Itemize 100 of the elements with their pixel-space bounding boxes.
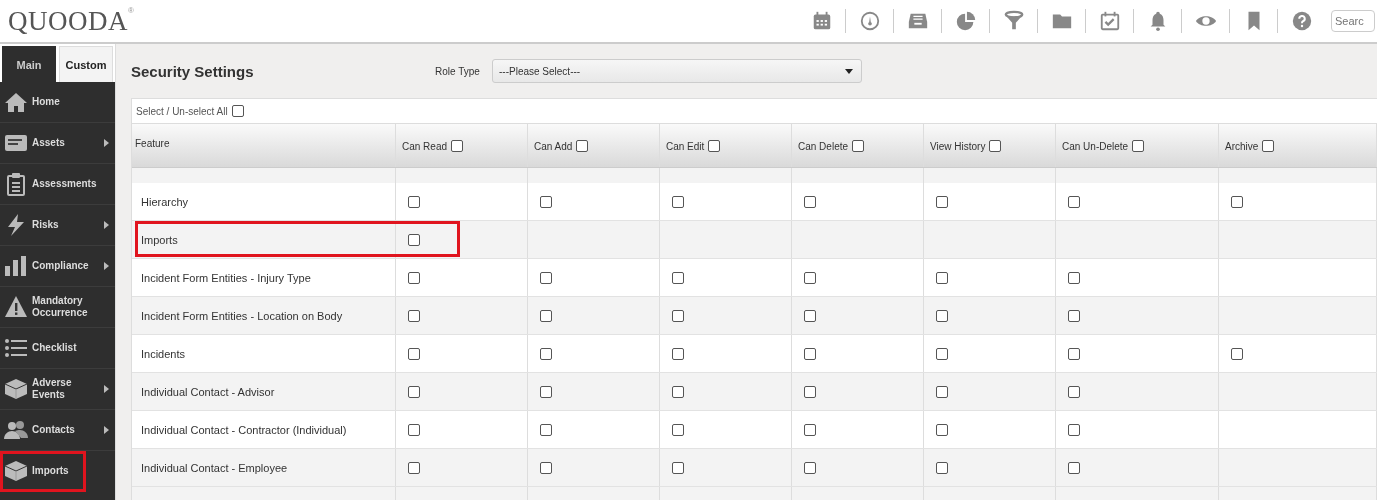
checkbox[interactable] bbox=[408, 309, 420, 322]
checkbox[interactable] bbox=[936, 309, 948, 322]
house-icon bbox=[4, 90, 28, 114]
warning-icon bbox=[4, 295, 28, 319]
checkbox[interactable] bbox=[672, 195, 684, 208]
checkbox[interactable] bbox=[804, 195, 816, 208]
logo: QUOODA$^{®}$ bbox=[8, 5, 134, 37]
sidebar-item[interactable]: Imports bbox=[0, 451, 86, 492]
checkbox[interactable] bbox=[1068, 309, 1080, 322]
checkbox[interactable] bbox=[804, 385, 816, 398]
column-header: Archive bbox=[1225, 139, 1259, 152]
column-header: Can Un-Delete bbox=[1062, 139, 1129, 152]
checkbox[interactable] bbox=[1231, 195, 1243, 208]
checkbox[interactable] bbox=[936, 271, 948, 284]
box-icon bbox=[4, 459, 28, 483]
people-icon bbox=[4, 418, 28, 442]
select-all-label: Select / Un-select All bbox=[136, 105, 228, 117]
sidebar-tab[interactable]: Main bbox=[2, 46, 56, 82]
pie-chart-icon[interactable] bbox=[954, 10, 977, 32]
list-icon bbox=[4, 336, 28, 360]
column-header: Can Edit bbox=[666, 139, 705, 152]
search-field[interactable]: Searc bbox=[1331, 10, 1375, 32]
checkbox[interactable] bbox=[936, 385, 948, 398]
sidebar-item[interactable]: Contacts bbox=[0, 410, 115, 451]
page-title: Security Settings bbox=[131, 62, 255, 80]
checkbox[interactable] bbox=[1068, 461, 1080, 474]
checkbox[interactable] bbox=[672, 271, 684, 284]
checkbox[interactable] bbox=[231, 105, 244, 117]
checkbox[interactable] bbox=[936, 195, 948, 208]
column-header: Feature bbox=[135, 138, 170, 149]
checkbox[interactable] bbox=[408, 271, 420, 284]
checkbox[interactable] bbox=[408, 423, 420, 436]
checkbox[interactable] bbox=[408, 461, 420, 474]
checkbox[interactable] bbox=[708, 139, 721, 152]
sidebar-tab[interactable]: Custom bbox=[59, 46, 113, 82]
column-header: Can Read bbox=[402, 139, 448, 152]
clipboard-icon bbox=[4, 172, 28, 196]
gauge-icon[interactable] bbox=[858, 10, 881, 32]
checkbox[interactable] bbox=[408, 195, 420, 208]
table-cell: Individual Contact - Advisor bbox=[132, 373, 396, 410]
checkbox[interactable] bbox=[408, 233, 420, 246]
checkbox[interactable] bbox=[1068, 423, 1080, 436]
checkbox[interactable] bbox=[804, 423, 816, 436]
help-icon[interactable] bbox=[1290, 10, 1313, 32]
filter-icon[interactable] bbox=[1002, 10, 1025, 32]
checkbox[interactable] bbox=[540, 385, 552, 398]
table-cell: Hierarchy bbox=[132, 183, 396, 220]
role-type-dropdown[interactable]: ---Please Select--- bbox=[492, 59, 862, 83]
checkbox[interactable] bbox=[576, 139, 589, 152]
table-cell: Incident Form Entities - Injury Type bbox=[132, 259, 396, 296]
checkbox[interactable] bbox=[672, 385, 684, 398]
caret-icon bbox=[104, 426, 109, 434]
checkbox[interactable] bbox=[408, 347, 420, 360]
column-header: Can Delete bbox=[798, 139, 849, 152]
table-cell: Incidents bbox=[132, 335, 396, 372]
checkbox[interactable] bbox=[804, 271, 816, 284]
checkbox[interactable] bbox=[540, 461, 552, 474]
checkbox[interactable] bbox=[408, 385, 420, 398]
checkbox[interactable] bbox=[672, 347, 684, 360]
checkbox[interactable] bbox=[540, 309, 552, 322]
checkbox[interactable] bbox=[804, 461, 816, 474]
calendar-check-icon[interactable] bbox=[1098, 10, 1121, 32]
checkbox[interactable] bbox=[1262, 139, 1275, 152]
caret-icon bbox=[104, 385, 109, 393]
checkbox[interactable] bbox=[936, 347, 948, 360]
checkbox[interactable] bbox=[1068, 347, 1080, 360]
table-cell: Imports bbox=[132, 221, 396, 258]
column-header: Can Add bbox=[534, 139, 573, 152]
table-cell: Individual Contact - Contractor (Individual) bbox=[132, 411, 396, 448]
checkbox[interactable] bbox=[672, 423, 684, 436]
checkbox[interactable] bbox=[1132, 139, 1145, 152]
checkbox[interactable] bbox=[936, 461, 948, 474]
table-cell: Incident Form Entities - Location on Body bbox=[132, 297, 396, 334]
checkbox[interactable] bbox=[540, 195, 552, 208]
field-label: Role Type bbox=[435, 65, 481, 77]
caret-icon bbox=[104, 262, 109, 270]
caret-icon bbox=[104, 139, 109, 147]
checkbox[interactable] bbox=[451, 139, 464, 152]
checkbox[interactable] bbox=[1068, 385, 1080, 398]
checkbox[interactable] bbox=[804, 309, 816, 322]
caret-icon bbox=[104, 221, 109, 229]
caret-icon bbox=[845, 68, 853, 74]
checkbox[interactable] bbox=[672, 309, 684, 322]
checkbox[interactable] bbox=[1068, 271, 1080, 284]
sidebar-item[interactable]: Adverse Events bbox=[0, 369, 115, 410]
column-header: View History bbox=[930, 139, 986, 152]
checkbox[interactable] bbox=[936, 423, 948, 436]
checkbox[interactable] bbox=[989, 139, 1002, 152]
checkbox[interactable] bbox=[852, 139, 865, 152]
sidebar-item[interactable]: Assets bbox=[0, 123, 115, 164]
box-icon bbox=[4, 377, 28, 401]
table-cell: Individual Contact - Employee bbox=[132, 449, 396, 486]
checkbox[interactable] bbox=[540, 347, 552, 360]
checkbox[interactable] bbox=[1068, 195, 1080, 208]
checkbox[interactable] bbox=[804, 347, 816, 360]
checkbox[interactable] bbox=[540, 271, 552, 284]
bar-chart-icon bbox=[4, 254, 28, 278]
checkbox[interactable] bbox=[540, 423, 552, 436]
checkbox[interactable] bbox=[672, 461, 684, 474]
checkbox[interactable] bbox=[1231, 347, 1243, 360]
